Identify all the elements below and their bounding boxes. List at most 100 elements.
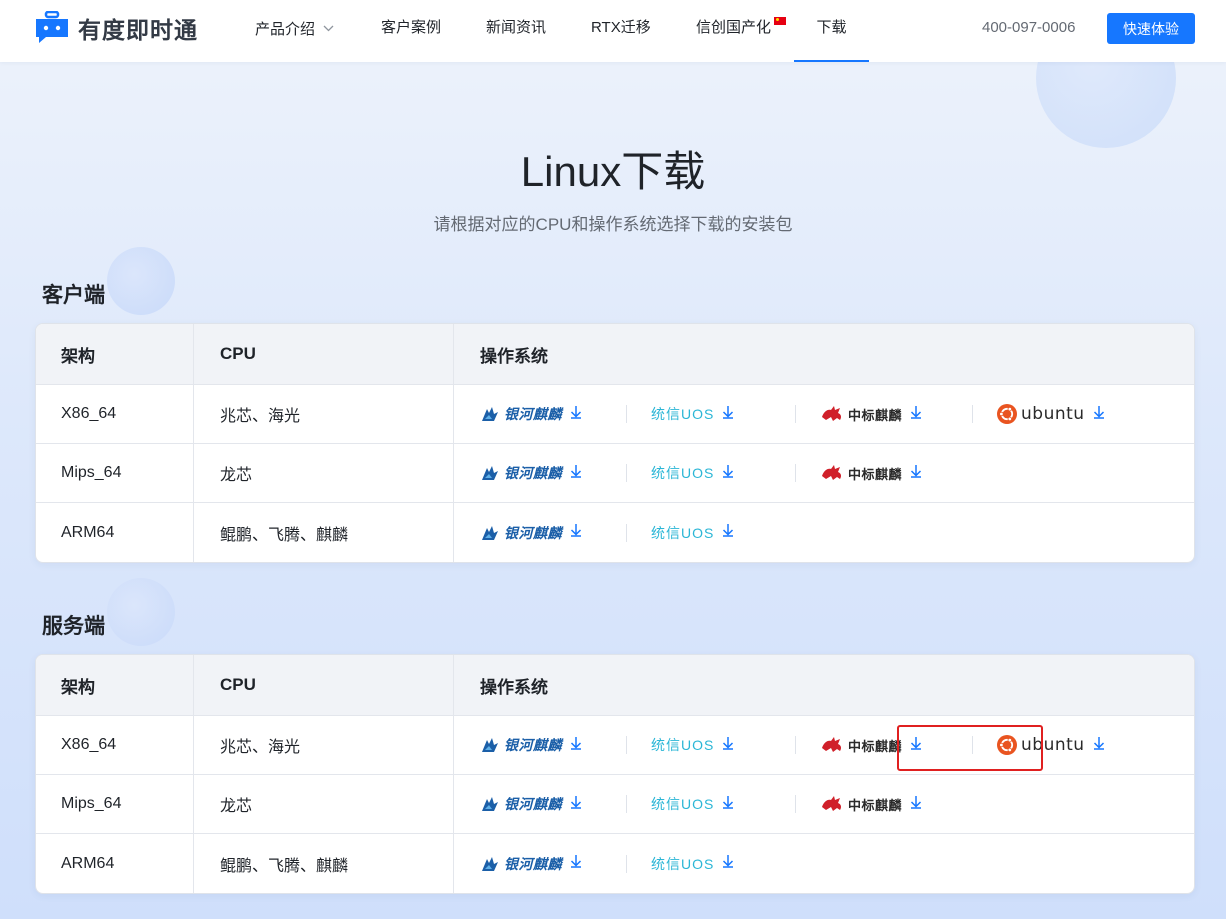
yinhe-logo-icon — [480, 795, 500, 813]
yinhe-logo-icon — [480, 855, 500, 873]
divider — [626, 405, 627, 423]
download-arrow-icon — [570, 854, 582, 873]
divider — [626, 736, 627, 754]
download-yinhe-link[interactable]: 银河麒麟 — [480, 789, 602, 819]
china-flag-icon — [774, 17, 786, 25]
download-arrow-icon — [570, 736, 582, 755]
arch-cell: ARM64 — [36, 834, 194, 893]
yinhe-logo-icon — [480, 464, 500, 482]
brand-logo[interactable]: 有度即时通 — [34, 11, 198, 45]
table-row: ARM64 鲲鹏、飞腾、麒麟 银河麒麟 统信UOS — [36, 834, 1194, 893]
os-cell: 银河麒麟 统信UOS — [454, 503, 1194, 562]
zhongbiao-logo-icon — [820, 795, 844, 813]
table-header: 架构 CPU 操作系统 — [36, 324, 1194, 385]
download-uos-link[interactable]: 统信UOS — [651, 789, 771, 819]
nav-item-news[interactable]: 新闻资讯 — [486, 0, 546, 62]
os-name: 中标麒麟 — [848, 407, 903, 423]
divider — [626, 795, 627, 813]
cpu-cell: 龙芯 — [194, 444, 454, 502]
yinhe-logo-icon — [480, 736, 500, 754]
decor-bubble — [107, 578, 175, 646]
download-uos-link[interactable]: 统信UOS — [651, 518, 771, 548]
os-name: 统信UOS — [651, 737, 715, 753]
os-download-list: 银河麒麟 统信UOS 中标麒麟 ubuntu — [480, 385, 1107, 443]
cpu-cell: 鲲鹏、飞腾、麒麟 — [194, 503, 454, 562]
ubuntu-logo-icon — [997, 404, 1017, 424]
os-cell: 银河麒麟 统信UOS 中标麒麟 — [454, 775, 1194, 833]
column-header: 架构 — [36, 655, 194, 715]
os-name: 统信UOS — [651, 406, 715, 422]
os-cell: 银河麒麟 统信UOS — [454, 834, 1194, 893]
download-arrow-icon — [570, 464, 582, 483]
arch-cell: Mips_64 — [36, 775, 194, 833]
download-table: 架构 CPU 操作系统 X86_64 兆芯、海光 银河麒麟 统信UOS 中标麒麟 ubuntu M… — [35, 323, 1195, 563]
nav-item-products[interactable]: 产品介绍 — [255, 0, 334, 62]
os-name: 银河麒麟 — [504, 855, 562, 872]
os-cell: 银河麒麟 统信UOS 中标麒麟 ubuntu — [454, 385, 1194, 443]
arch-cell: ARM64 — [36, 503, 194, 562]
download-zhongbiao-link[interactable]: 中标麒麟 — [820, 789, 948, 819]
quick-trial-button[interactable]: 快速体验 — [1107, 13, 1195, 44]
download-arrow-icon — [1093, 736, 1105, 755]
download-arrow-icon — [910, 405, 922, 424]
divider — [795, 736, 796, 754]
download-yinhe-link[interactable]: 银河麒麟 — [480, 518, 602, 548]
download-arrow-icon — [722, 736, 734, 755]
download-yinhe-link[interactable]: 银河麒麟 — [480, 849, 602, 879]
download-zhongbiao-link[interactable]: 中标麒麟 — [820, 458, 948, 488]
nav-label: 产品介绍 — [255, 21, 316, 38]
download-arrow-icon — [570, 405, 582, 424]
column-header: CPU — [194, 324, 454, 384]
os-name: 银河麒麟 — [504, 524, 562, 541]
download-yinhe-link[interactable]: 银河麒麟 — [480, 399, 602, 429]
download-arrow-icon — [570, 795, 582, 814]
download-uos-link[interactable]: 统信UOS — [651, 849, 771, 879]
os-name: 中标麒麟 — [848, 738, 903, 754]
os-name: 银河麒麟 — [504, 796, 562, 812]
download-uos-link[interactable]: 统信UOS — [651, 458, 771, 488]
os-name: ubuntu — [1021, 404, 1085, 424]
page-title: Linux下载 — [520, 148, 706, 195]
download-arrow-icon — [910, 795, 922, 814]
download-yinhe-link[interactable]: 银河麒麟 — [480, 458, 602, 488]
top-header: 有度即时通 产品介绍 客户案例 新闻资讯 RTX迁移 信创国产化 下载 400-… — [0, 0, 1226, 62]
os-download-list: 银河麒麟 统信UOS 中标麒麟 — [480, 775, 948, 833]
os-name: 统信UOS — [651, 465, 715, 481]
zhongbiao-logo-icon — [820, 736, 844, 754]
os-name: 统信UOS — [651, 796, 715, 812]
download-ubuntu-link[interactable]: ubuntu — [997, 399, 1107, 429]
chevron-down-icon — [323, 0, 334, 56]
table-row: Mips_64 龙芯 银河麒麟 统信UOS 中标麒麟 — [36, 775, 1194, 834]
os-name: 中标麒麟 — [848, 466, 903, 482]
download-yinhe-link[interactable]: 银河麒麟 — [480, 730, 602, 760]
zhongbiao-logo-icon — [820, 464, 844, 482]
table-row: X86_64 兆芯、海光 银河麒麟 统信UOS 中标麒麟 ubuntu — [36, 385, 1194, 444]
nav-item-rtx[interactable]: RTX迁移 — [591, 0, 651, 62]
os-name: 银河麒麟 — [504, 406, 562, 422]
nav-item-xinchuang[interactable]: 信创国产化 — [696, 0, 771, 62]
os-name: 银河麒麟 — [504, 465, 562, 481]
arch-cell: Mips_64 — [36, 444, 194, 502]
os-cell: 银河麒麟 统信UOS 中标麒麟 — [454, 444, 1194, 502]
divider — [626, 854, 627, 873]
download-arrow-icon — [722, 523, 734, 542]
download-arrow-icon — [722, 795, 734, 814]
divider — [626, 523, 627, 542]
divider — [795, 795, 796, 813]
download-zhongbiao-link[interactable]: 中标麒麟 — [820, 399, 948, 429]
divider — [795, 464, 796, 482]
divider — [626, 464, 627, 482]
os-download-list: 银河麒麟 统信UOS — [480, 503, 771, 562]
brand-name: 有度即时通 — [78, 17, 198, 43]
yinhe-logo-icon — [480, 405, 500, 423]
hotline-number: 400-097-0006 — [982, 19, 1076, 36]
table-row: Mips_64 龙芯 银河麒麟 统信UOS 中标麒麟 — [36, 444, 1194, 503]
nav-item-download[interactable]: 下载 — [794, 0, 869, 62]
arch-cell: X86_64 — [36, 385, 194, 443]
table-header: 架构 CPU 操作系统 — [36, 655, 1194, 716]
download-uos-link[interactable]: 统信UOS — [651, 730, 771, 760]
yinhe-logo-icon — [480, 524, 500, 542]
download-uos-link[interactable]: 统信UOS — [651, 399, 771, 429]
cpu-cell: 鲲鹏、飞腾、麒麟 — [194, 834, 454, 893]
nav-item-cases[interactable]: 客户案例 — [381, 0, 441, 62]
